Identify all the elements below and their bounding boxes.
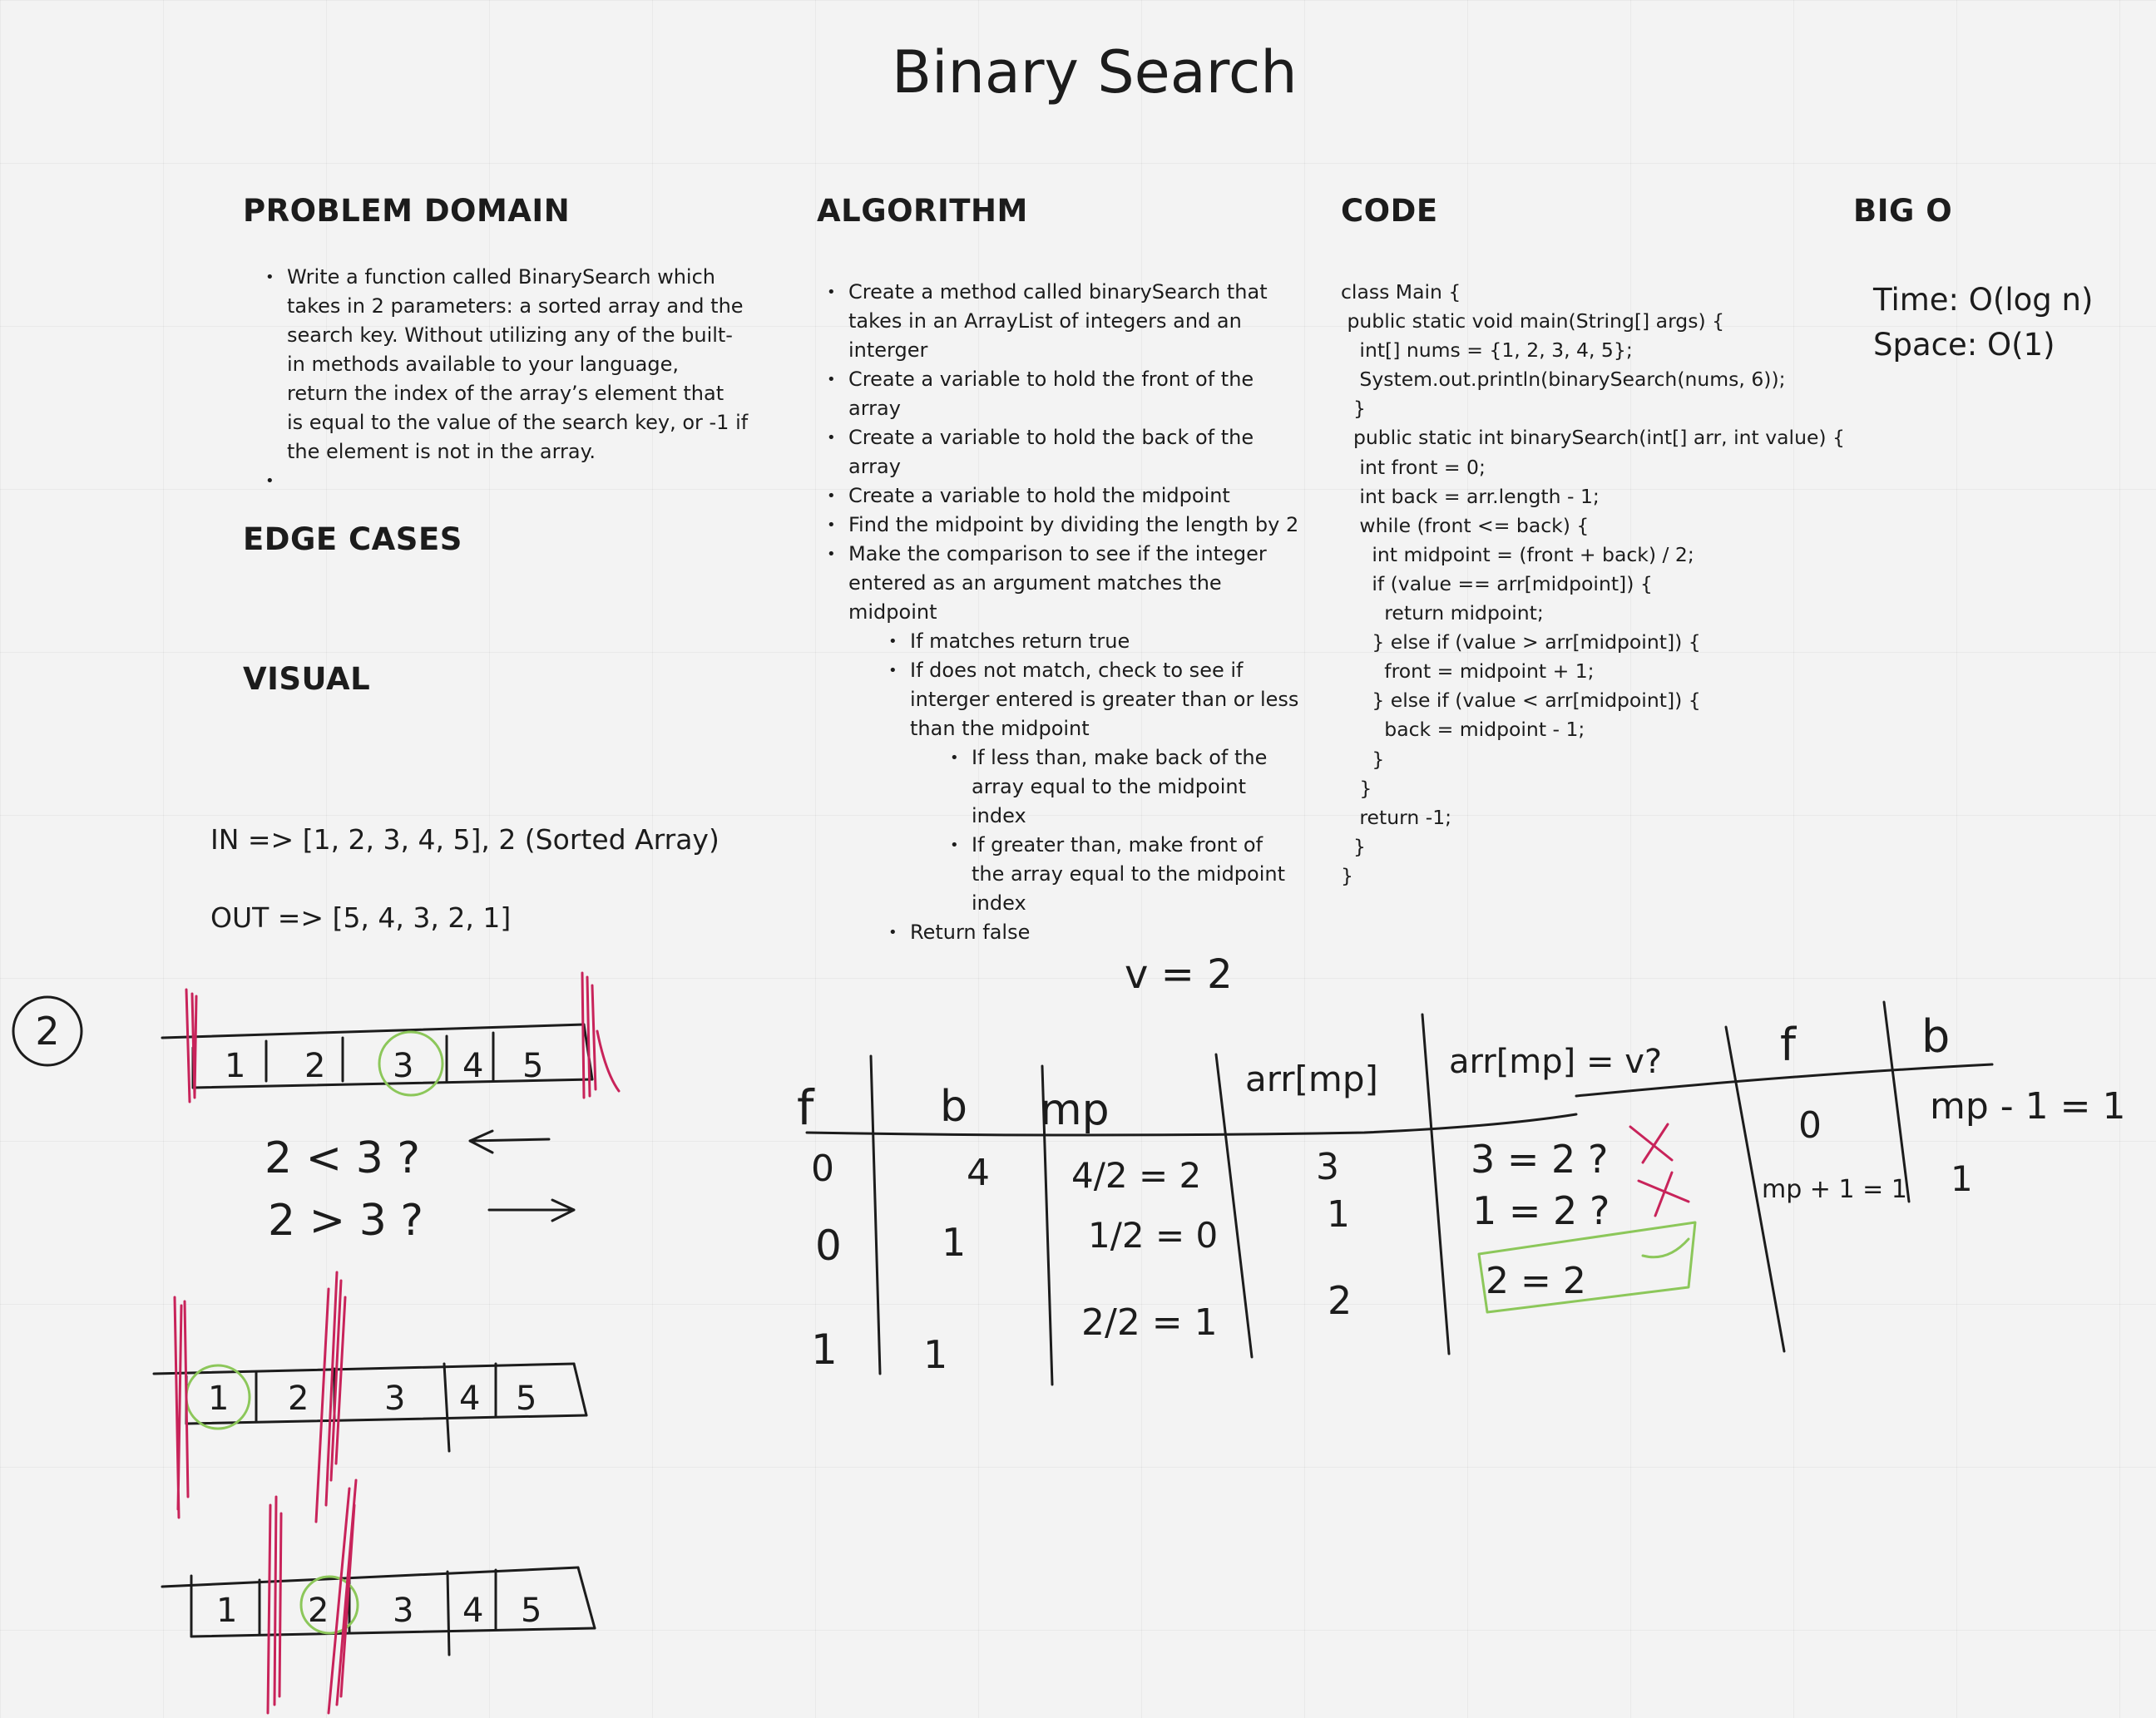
table-header: f xyxy=(797,1079,815,1136)
array-cell: 2 xyxy=(288,1380,309,1418)
table-cell: 1 xyxy=(1327,1193,1350,1236)
comparison-greater: 2 > 3 ? xyxy=(268,1196,423,1246)
table-header: arr[mp] xyxy=(1245,1059,1378,1099)
array-cell: 5 xyxy=(516,1380,537,1418)
value-note: v = 2 xyxy=(1125,951,1233,998)
array-cell: 3 xyxy=(384,1380,405,1418)
table-header: f xyxy=(1780,1019,1797,1071)
array-cell: 1 xyxy=(208,1380,229,1418)
table-cell: mp - 1 = 1 xyxy=(1930,1085,2125,1128)
left-arrow-icon xyxy=(468,1129,551,1154)
table-cell: mp + 1 = 1 xyxy=(1762,1175,1907,1204)
mismatch-x-icon xyxy=(1629,1123,1674,1164)
table-cell: 1 xyxy=(923,1332,947,1377)
table-cell: 0 xyxy=(811,1148,834,1190)
handwritten-sketch: 2 1 2 3 4 5 2 < 3 ? 2 > 3 ? 1 2 3 4 5 1 … xyxy=(12,951,2125,1715)
table-header: mp xyxy=(1040,1085,1110,1135)
table-cell: 0 xyxy=(1798,1104,1822,1147)
array-cell: 4 xyxy=(462,1592,483,1630)
table-cell: 3 = 2 ? xyxy=(1471,1137,1608,1182)
array-sketch-2: 1 2 3 4 5 xyxy=(152,1271,588,1523)
table-cell: 2 = 2 xyxy=(1486,1260,1586,1302)
table-cell: 1 xyxy=(811,1326,838,1374)
array-sketch-1: 1 2 3 4 5 xyxy=(161,971,621,1103)
table-cell: 0 xyxy=(815,1222,842,1270)
array-cell: 1 xyxy=(216,1592,237,1630)
trace-table: f b mp arr[mp] arr[mp] = v? f b 0 4 4/2 … xyxy=(797,1000,2125,1386)
table-cell: 4/2 = 2 xyxy=(1071,1155,1201,1196)
table-cell: 2 xyxy=(1328,1278,1352,1323)
comparison-less: 2 < 3 ? xyxy=(265,1133,420,1183)
array-cell: 5 xyxy=(522,1047,543,1085)
mismatch-x-icon xyxy=(1637,1171,1690,1217)
right-arrow-icon xyxy=(487,1198,576,1222)
table-cell: 4 xyxy=(967,1152,990,1194)
array-cell: 2 xyxy=(308,1592,329,1630)
table-cell: 3 xyxy=(1316,1146,1339,1188)
array-cell: 1 xyxy=(225,1047,245,1085)
array-cell: 3 xyxy=(393,1592,413,1630)
array-cell: 4 xyxy=(462,1047,483,1085)
table-header: arr[mp] = v? xyxy=(1449,1043,1662,1081)
table-header: b xyxy=(1921,1010,1950,1063)
table-cell: 1 xyxy=(942,1220,966,1265)
table-cell: 2/2 = 1 xyxy=(1081,1301,1218,1344)
table-cell: 1/2 = 0 xyxy=(1088,1215,1218,1256)
array-cell: 4 xyxy=(459,1380,480,1418)
table-cell: 1 xyxy=(1951,1158,1973,1199)
step-label: 2 xyxy=(35,1009,59,1054)
table-cell: 1 = 2 ? xyxy=(1472,1188,1610,1233)
array-sketch-3: 1 2 3 4 5 xyxy=(161,1479,596,1715)
array-cell: 5 xyxy=(521,1592,541,1630)
array-cell: 2 xyxy=(304,1047,325,1085)
check-icon xyxy=(1641,1237,1690,1259)
table-header: b xyxy=(940,1082,967,1132)
array-cell: 3 xyxy=(393,1047,413,1085)
